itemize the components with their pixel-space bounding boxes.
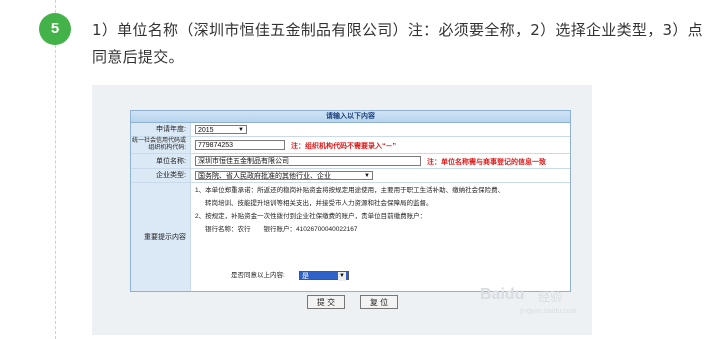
year-row: 申请年度: 2015 ▼: [131, 123, 570, 137]
baidu-watermark: Baidu 经验 jingyan.baidu.com: [480, 284, 590, 324]
notice-line-2: 转岗培训、技能提升培训等相关支出，并接受市人力资源和社会保障局的监督。: [205, 200, 433, 207]
year-select[interactable]: 2015 ▼: [195, 125, 247, 134]
agree-label: 是否同意以上内容:: [231, 272, 285, 279]
dropdown-arrow-icon: ▼: [338, 272, 346, 281]
year-value: 2015: [198, 127, 214, 134]
type-select[interactable]: 国务院、省人民政府批准的其他行业、企业 ▼: [195, 171, 373, 180]
watermark-text: Baidu: [480, 286, 525, 303]
year-label: 申请年度:: [131, 123, 191, 136]
code-row: 统一社会信用代码或组织机构代码: 779874253 注：组织机构代码不需要录入…: [131, 137, 570, 154]
name-note: 注：单位名称需与商事登记的信息一致: [427, 159, 546, 166]
form-title: 请输入以下内容: [131, 111, 570, 123]
dropdown-arrow-icon: ▼: [364, 173, 370, 179]
watermark-url: jingyan.baidu.com: [520, 308, 577, 315]
type-row: 企业类型: 国务院、省人民政府批准的其他行业、企业 ▼: [131, 169, 570, 183]
step-instruction-text: 1）单位名称（深圳市恒佳五金制品有限公司）注：必须要全称，2）选择企业类型，3）…: [92, 21, 703, 66]
notice-label: 重要提示内容: [131, 183, 191, 291]
agree-value: 是: [302, 273, 309, 280]
dropdown-arrow-icon: ▼: [238, 127, 244, 133]
name-label: 单位名称:: [131, 154, 191, 168]
code-label: 统一社会信用代码或组织机构代码:: [131, 137, 191, 153]
code-note: 注：组织机构代码不需要录入“－”: [291, 143, 396, 150]
step-divider-line: [55, 0, 56, 339]
notice-line-4: 银行名称：农行 银行账户：41026700040022167: [205, 226, 358, 233]
notice-line-1: 1、本单位郑重承诺：所返还的稳岗补贴资金将按规定用途使用，主要用于职工生活补助、…: [195, 187, 505, 194]
agree-select[interactable]: 是 ▼: [299, 271, 349, 281]
submit-button[interactable]: 提 交: [307, 295, 345, 309]
name-input[interactable]: 深圳市恒佳五金制品有限公司: [195, 156, 421, 166]
notice-row: 重要提示内容 1、本单位郑重承诺：所返还的稳岗补贴资金将按规定用途使用，主要用于…: [131, 183, 570, 291]
type-label: 企业类型:: [131, 169, 191, 182]
code-input[interactable]: 779874253: [195, 140, 285, 150]
application-form: 请输入以下内容 申请年度: 2015 ▼ 统一社会信用代码或组织机构代码: 77…: [130, 110, 571, 292]
name-row: 单位名称: 深圳市恒佳五金制品有限公司 注：单位名称需与商事登记的信息一致: [131, 154, 570, 169]
watermark-subtext: 经验: [538, 290, 563, 304]
notice-line-3: 2、按规定，补贴资金一次性拨付到企业社保缴费的账户，贵单位目前缴费账户：: [195, 213, 427, 220]
form-screenshot: 请输入以下内容 申请年度: 2015 ▼ 统一社会信用代码或组织机构代码: 77…: [92, 85, 592, 335]
type-value: 国务院、省人民政府批准的其他行业、企业: [198, 173, 331, 180]
reset-button[interactable]: 复 位: [360, 295, 398, 309]
step-number-badge: 5: [39, 13, 71, 45]
